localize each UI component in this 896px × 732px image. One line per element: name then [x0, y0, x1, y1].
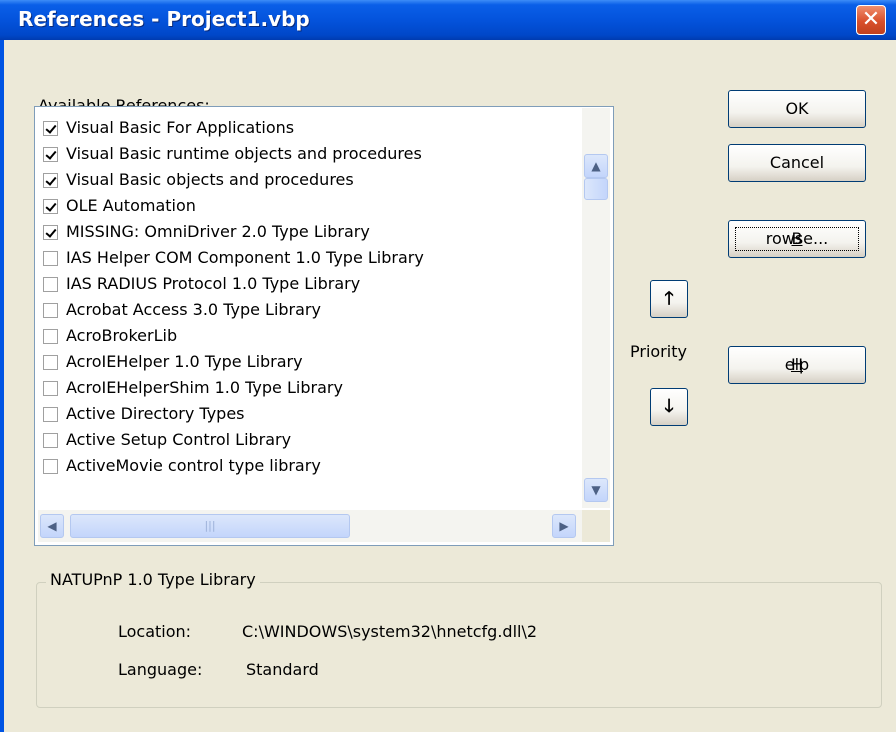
- reference-checkbox[interactable]: [43, 121, 58, 136]
- title-bar[interactable]: References - Project1.vbp ✕: [0, 0, 896, 40]
- reference-label: Active Directory Types: [66, 404, 245, 423]
- reference-label: Acrobat Access 3.0 Type Library: [66, 300, 321, 319]
- help-button[interactable]: Help: [728, 346, 866, 384]
- reference-checkbox[interactable]: [43, 407, 58, 422]
- browse-label: Browse...: [729, 221, 865, 257]
- priority-down-button[interactable]: 🡓: [650, 388, 688, 426]
- browse-button[interactable]: Browse...: [728, 220, 866, 258]
- reference-checkbox[interactable]: [43, 381, 58, 396]
- reference-label: MISSING: OmniDriver 2.0 Type Library: [66, 222, 370, 241]
- reference-checkbox[interactable]: [43, 355, 58, 370]
- chevron-down-icon: ▼: [591, 483, 601, 497]
- details-title: NATUPnP 1.0 Type Library: [46, 570, 260, 589]
- reference-checkbox[interactable]: [43, 459, 58, 474]
- help-label: Help: [729, 347, 865, 383]
- chevron-right-icon: ▶: [559, 519, 569, 533]
- scroll-up-button[interactable]: ▲: [584, 154, 608, 178]
- help-rest: elp: [784, 355, 810, 374]
- close-button[interactable]: ✕: [856, 5, 886, 35]
- vertical-scroll-thumb[interactable]: [584, 178, 608, 200]
- ok-button[interactable]: OK: [728, 90, 866, 128]
- reference-label: AcroIEHelperShim 1.0 Type Library: [66, 378, 343, 397]
- reference-checkbox[interactable]: [43, 277, 58, 292]
- priority-up-button[interactable]: 🡑: [650, 280, 688, 318]
- grip-icon: |||: [204, 519, 216, 532]
- window-title: References - Project1.vbp: [18, 7, 310, 31]
- details-group: [36, 582, 882, 708]
- reference-label: OLE Automation: [66, 196, 196, 215]
- reference-label: ActiveMovie control type library: [66, 456, 321, 475]
- location-label: Location:: [118, 622, 192, 641]
- scrollbar-corner: [582, 510, 610, 542]
- cancel-label: Cancel: [769, 153, 825, 172]
- reference-checkbox[interactable]: [43, 329, 58, 344]
- language-label: Language:: [118, 660, 203, 679]
- arrow-down-icon: 🡓: [664, 396, 674, 417]
- chevron-up-icon: ▲: [591, 159, 601, 173]
- references-dialog: References - Project1.vbp ✕ Available Re…: [0, 0, 896, 732]
- reference-label: AcroIEHelper 1.0 Type Library: [66, 352, 303, 371]
- reference-label: Visual Basic objects and procedures: [66, 170, 354, 189]
- reference-checkbox[interactable]: [43, 303, 58, 318]
- reference-label: Visual Basic For Applications: [66, 118, 295, 137]
- horizontal-scroll-thumb[interactable]: |||: [70, 514, 350, 538]
- location-value: C:\WINDOWS\system32\hnetcfg.dll\2: [242, 622, 538, 641]
- reference-checkbox[interactable]: [43, 251, 58, 266]
- scroll-left-button[interactable]: ◀: [40, 514, 64, 538]
- priority-label: Priority: [630, 342, 687, 361]
- reference-checkbox[interactable]: [43, 147, 58, 162]
- reference-label: IAS Helper COM Component 1.0 Type Librar…: [66, 248, 424, 267]
- reference-checkbox[interactable]: [43, 433, 58, 448]
- arrow-up-icon: 🡑: [664, 288, 674, 309]
- chevron-left-icon: ◀: [47, 519, 57, 533]
- reference-checkbox[interactable]: [43, 225, 58, 240]
- reference-label: Visual Basic runtime objects and procedu…: [66, 144, 422, 163]
- close-icon: ✕: [861, 7, 881, 32]
- scroll-down-button[interactable]: ▼: [584, 478, 608, 502]
- reference-checkbox[interactable]: [43, 199, 58, 214]
- reference-label: AcroBrokerLib: [66, 326, 178, 345]
- ok-label: OK: [785, 99, 809, 118]
- browse-rest: rowse...: [765, 229, 829, 248]
- scroll-right-button[interactable]: ▶: [552, 514, 576, 538]
- cancel-button[interactable]: Cancel: [728, 144, 866, 182]
- reference-label: Active Setup Control Library: [66, 430, 292, 449]
- language-value: Standard: [246, 660, 319, 679]
- reference-label: IAS RADIUS Protocol 1.0 Type Library: [66, 274, 361, 293]
- reference-checkbox[interactable]: [43, 173, 58, 188]
- references-list[interactable]: Visual Basic For Applications Visual Basi…: [34, 106, 614, 546]
